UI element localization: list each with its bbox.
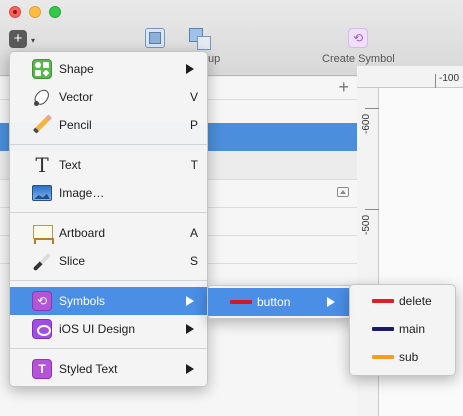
- export-icon[interactable]: [337, 187, 349, 197]
- menu-item-shape[interactable]: Shape: [10, 55, 207, 83]
- close-window-button[interactable]: [9, 6, 21, 18]
- menu-item-shortcut: S: [189, 254, 198, 268]
- submenu-arrow-icon: [186, 64, 194, 74]
- horizontal-ruler-label: -100: [439, 73, 460, 84]
- create-symbol-label[interactable]: Create Symbol: [322, 53, 395, 65]
- menu-item-main[interactable]: main: [350, 315, 455, 343]
- menu-item-button-symbol[interactable]: button: [208, 288, 353, 316]
- submenu-arrow-icon: [186, 296, 194, 306]
- chevron-down-icon: ▾: [31, 36, 36, 45]
- symbol-color-swatch: [230, 300, 252, 304]
- menu-item-ios-ui-design[interactable]: iOS UI Design: [10, 315, 207, 343]
- artboard-icon: [32, 223, 54, 244]
- menu-separator: [10, 280, 207, 281]
- menu-item-delete[interactable]: delete: [350, 287, 455, 315]
- menu-item-sub[interactable]: sub: [350, 343, 455, 371]
- vertical-ruler-label: -600: [361, 113, 372, 134]
- horizontal-ruler: -100: [357, 66, 463, 88]
- menu-item-label: Pencil: [59, 118, 92, 132]
- zoom-window-button[interactable]: [49, 6, 61, 18]
- menu-item-label: main: [399, 322, 426, 336]
- symbol-color-swatch: [372, 327, 394, 331]
- button-symbols-submenu: delete main sub: [349, 284, 456, 376]
- menu-item-label: button: [257, 295, 291, 309]
- symbols-icon: ⟲: [32, 291, 52, 311]
- menu-item-label: Styled Text: [59, 362, 118, 376]
- create-symbol-icon[interactable]: ⟲: [348, 28, 368, 48]
- ios-ui-design-icon: [32, 319, 52, 339]
- menu-item-label: Image…: [59, 186, 105, 200]
- ruler-tick: [435, 74, 436, 88]
- menu-item-label: Vector: [59, 90, 94, 104]
- submenu-arrow-icon: [186, 364, 194, 374]
- sketch-app-window: + ▾ up ⟲ Create Symbol -100 + -600 -500 …: [0, 0, 463, 416]
- minimize-window-button[interactable]: [29, 6, 41, 18]
- ungroup-label: up: [208, 53, 221, 65]
- menu-item-label: iOS UI Design: [59, 322, 136, 336]
- menu-item-label: Text: [59, 158, 82, 172]
- ungroup-icon[interactable]: [189, 28, 211, 50]
- vector-pen-icon: [32, 87, 52, 107]
- menu-item-label: sub: [399, 350, 419, 364]
- styled-text-icon: T: [32, 359, 52, 379]
- menu-separator: [10, 348, 207, 349]
- menu-separator: [10, 144, 207, 145]
- plus-icon: +: [9, 30, 27, 48]
- menu-item-shortcut: V: [189, 90, 198, 104]
- menu-item-text[interactable]: T Text T: [10, 151, 207, 179]
- add-page-icon[interactable]: +: [338, 77, 349, 98]
- menu-item-shortcut: A: [189, 226, 198, 240]
- vertical-ruler-label: -500: [361, 214, 372, 235]
- symbols-submenu: button: [207, 285, 354, 319]
- menu-item-label: delete: [399, 294, 432, 308]
- menu-item-pencil[interactable]: Pencil P: [10, 111, 207, 139]
- menu-item-symbols[interactable]: ⟲ Symbols: [10, 287, 207, 315]
- menu-item-shortcut: T: [190, 158, 198, 172]
- menu-item-slice[interactable]: Slice S: [10, 247, 207, 275]
- menu-item-label: Artboard: [59, 226, 106, 240]
- ruler-tick: [365, 209, 379, 210]
- menu-item-shortcut: P: [189, 118, 198, 132]
- menu-item-label: Shape: [59, 62, 94, 76]
- menu-item-styled-text[interactable]: T Styled Text: [10, 355, 207, 383]
- insert-menu: Shape Vector V Pencil P T Text T Image… …: [9, 51, 208, 387]
- insert-button[interactable]: + ▾: [9, 30, 37, 48]
- menu-item-vector[interactable]: Vector V: [10, 83, 207, 111]
- shape-icon: [32, 59, 52, 79]
- ruler-tick: [365, 108, 379, 109]
- submenu-arrow-icon: [186, 324, 194, 334]
- menu-item-label: Slice: [59, 254, 86, 268]
- menu-item-image[interactable]: Image…: [10, 179, 207, 207]
- submenu-arrow-icon: [327, 297, 335, 307]
- group-icon[interactable]: [145, 28, 165, 48]
- menu-separator: [10, 212, 207, 213]
- image-icon: [32, 185, 52, 201]
- slice-icon: [32, 251, 52, 271]
- text-icon: T: [35, 153, 49, 177]
- pencil-icon: [32, 115, 52, 135]
- menu-item-artboard[interactable]: Artboard A: [10, 219, 207, 247]
- symbol-color-swatch: [372, 355, 394, 359]
- symbol-color-swatch: [372, 299, 394, 303]
- menu-item-label: Symbols: [59, 294, 106, 308]
